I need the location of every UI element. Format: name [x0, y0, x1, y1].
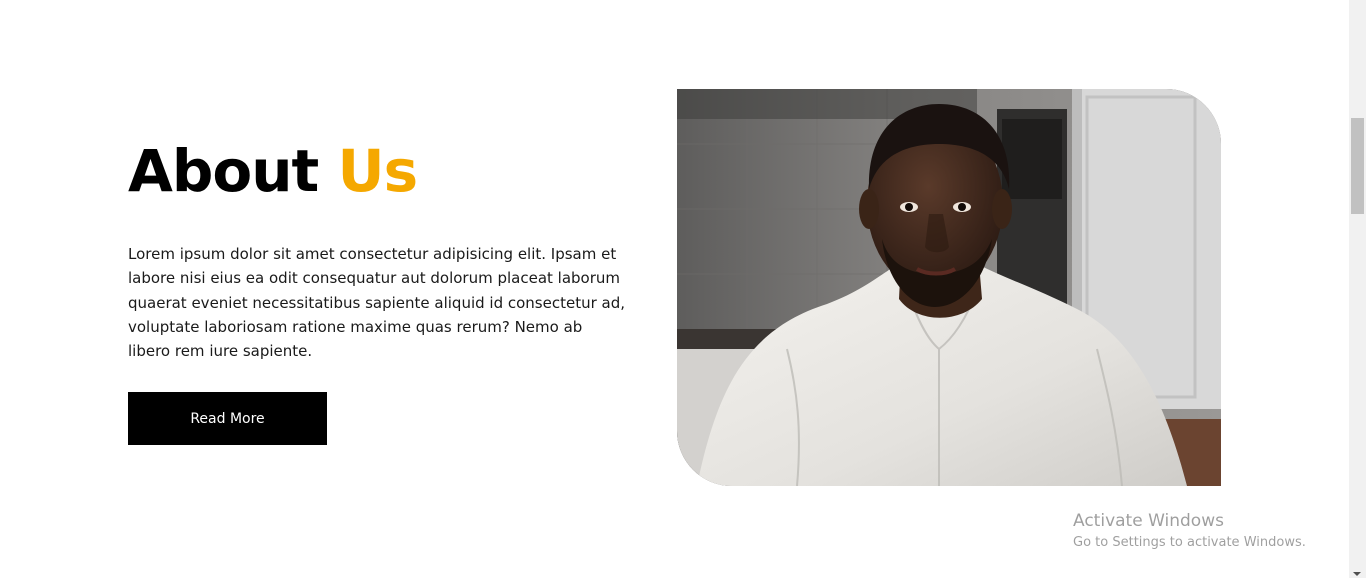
read-more-button[interactable]: Read More	[128, 392, 327, 445]
about-heading: About Us	[128, 137, 418, 205]
about-photo	[677, 89, 1221, 486]
about-heading-main: About	[128, 137, 319, 205]
watermark-title: Activate Windows	[1073, 511, 1224, 531]
scrollbar-thumb[interactable]	[1351, 118, 1364, 214]
portrait-image	[677, 89, 1221, 486]
windows-activation-watermark: Activate Windows Go to Settings to activ…	[1073, 509, 1306, 553]
about-heading-accent: Us	[337, 137, 418, 205]
scroll-down-arrow-icon[interactable]	[1353, 572, 1361, 576]
vertical-scrollbar[interactable]	[1349, 0, 1366, 578]
about-description: Lorem ipsum dolor sit amet consectetur a…	[128, 245, 625, 361]
about-section: About Us Lorem ipsum dolor sit amet cons…	[0, 0, 1366, 578]
watermark-subtitle: Go to Settings to activate Windows.	[1073, 535, 1306, 550]
